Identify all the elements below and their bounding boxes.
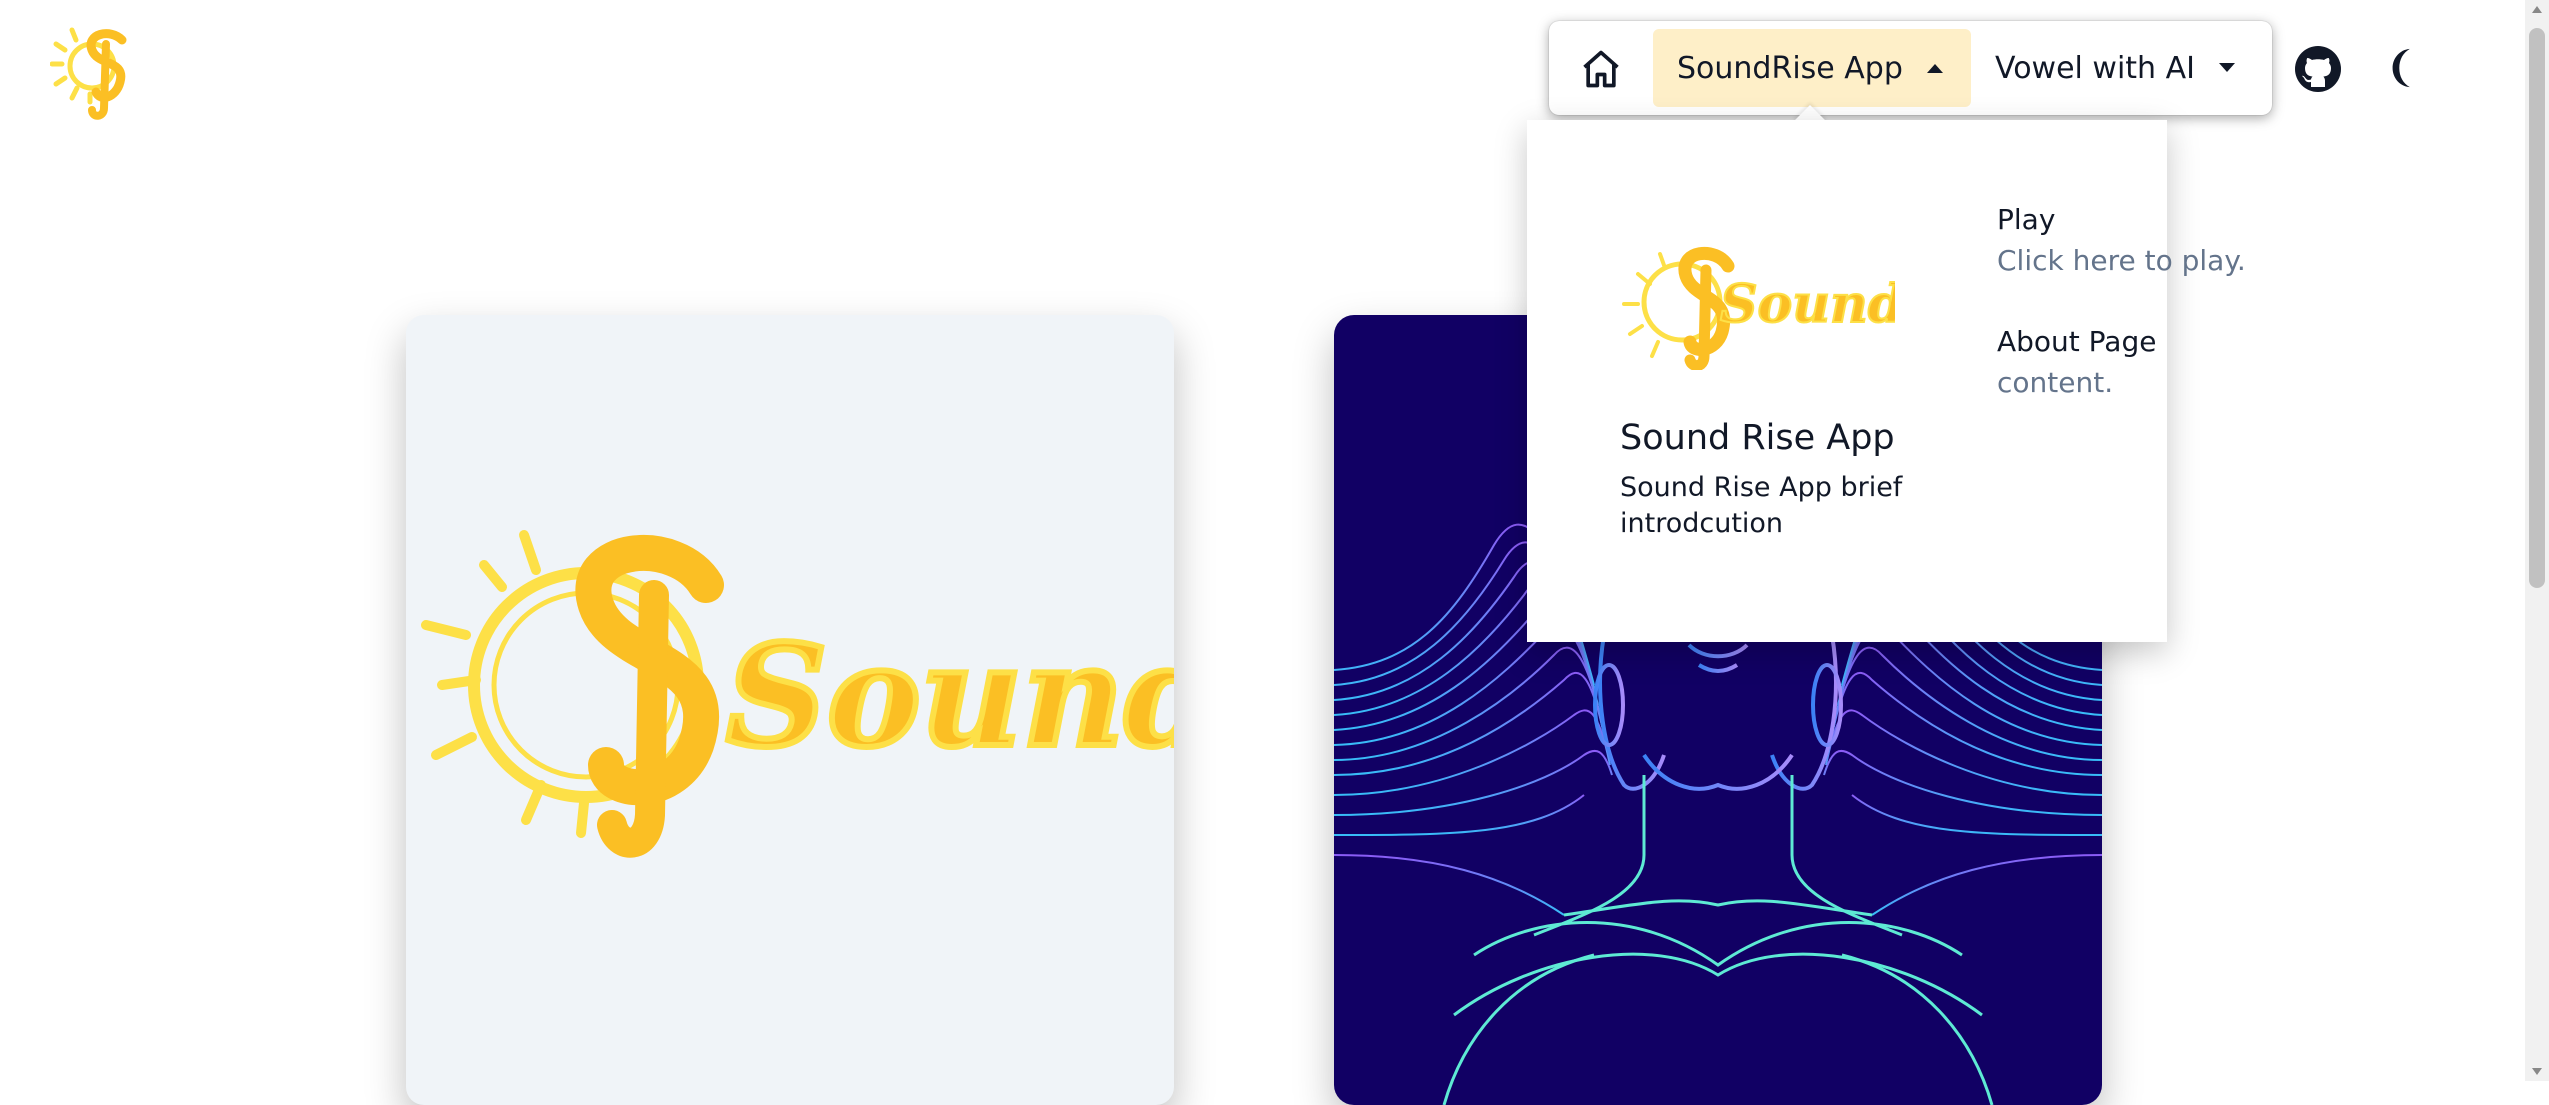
github-icon[interactable] — [2294, 45, 2342, 93]
nav-vowel-with-ai[interactable]: Vowel with AI — [1995, 29, 2245, 107]
dropdown-feature-description: Sound Rise App brief introdcution — [1620, 472, 1903, 539]
soundrise-logo-image: SoundRise — [1622, 246, 1895, 370]
soundrise-logo-image: SoundRise — [421, 530, 1174, 858]
nav-soundrise-app[interactable]: SoundRise App — [1653, 29, 1971, 107]
dropdown-link-play[interactable]: Play Click here to play. — [1997, 203, 2246, 277]
home-icon[interactable] — [1579, 47, 1623, 91]
card-logo-text: SoundRise — [726, 615, 1174, 779]
scroll-down-arrow-icon[interactable] — [2531, 1067, 2543, 1077]
nav-soundrise-app-label: SoundRise App — [1677, 50, 1903, 86]
dropdown-feature-title: Sound Rise App — [1620, 418, 1895, 458]
nav-vowel-with-ai-label: Vowel with AI — [1995, 50, 2195, 86]
dropdown-link-about-description: content. — [1997, 366, 2114, 399]
soundrise-logo-card[interactable]: SoundRise — [406, 315, 1174, 1105]
scroll-up-arrow-icon[interactable] — [2531, 4, 2543, 14]
chevron-up-icon — [1926, 64, 1943, 73]
dropdown-feature-card[interactable]: SoundRise Sound Rise App Sound Rise App … — [1620, 240, 1910, 542]
logo-icon[interactable] — [50, 22, 150, 122]
scrollbar-thumb[interactable] — [2529, 28, 2545, 588]
dropdown-link-about[interactable]: About Page content. — [1997, 325, 2156, 399]
dropdown-link-play-description: Click here to play. — [1997, 244, 2246, 277]
moon-icon[interactable] — [2383, 45, 2429, 91]
main-navigation: SoundRise App Vowel with AI — [1549, 21, 2272, 115]
chevron-down-icon — [2218, 63, 2235, 72]
dropdown-link-play-title: Play — [1997, 203, 2056, 236]
dropdown-logo-text: SoundRise — [1720, 274, 1895, 335]
page-scrollbar[interactable] — [2525, 0, 2549, 1081]
dropdown-link-about-title: About Page — [1997, 325, 2157, 358]
